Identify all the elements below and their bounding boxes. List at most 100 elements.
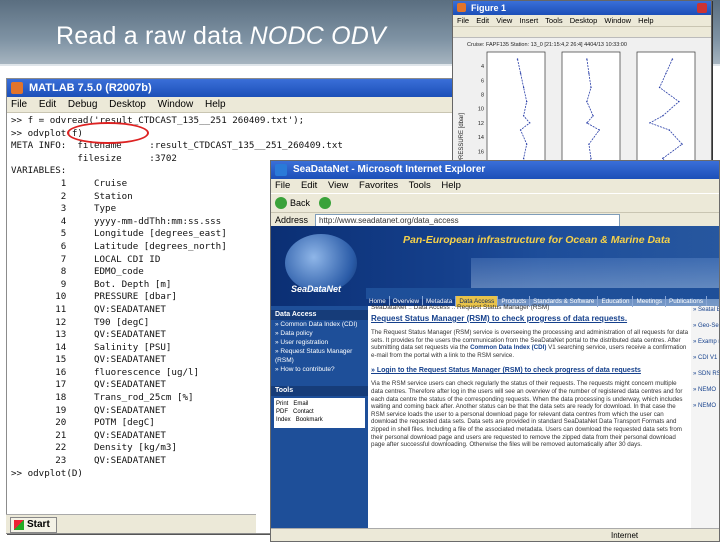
figure-menu-edit[interactable]: Edit: [476, 16, 489, 25]
y-tick-label: 16: [478, 149, 484, 155]
console-line: META INFO: filename :result_CTDCAST_135_…: [11, 140, 343, 152]
ie-window[interactable]: SeaDataNet - Microsoft Internet Explorer…: [270, 160, 720, 542]
figure-menubar: File Edit View Insert Tools Desktop Wind…: [453, 15, 711, 27]
ie-menu-view[interactable]: View: [328, 180, 348, 191]
ie-menu-file[interactable]: File: [275, 180, 290, 191]
profile-point: [525, 143, 528, 145]
news-item[interactable]: » Examp module: [693, 338, 719, 347]
profile-point: [590, 86, 592, 89]
site-tagline: Pan-European infrastructure for Ocean & …: [403, 234, 671, 246]
sidebar-item-contribute[interactable]: » How to contribute?: [271, 365, 368, 374]
news-item[interactable]: » SDN RSM: [693, 370, 719, 379]
sidebar-item-rsm[interactable]: » Request Status Manager (RSM): [271, 347, 368, 365]
matlab-titlebar[interactable]: MATLAB 7.5.0 (R2007b): [7, 79, 457, 97]
matlab-menu-desktop[interactable]: Desktop: [109, 99, 146, 110]
y-tick-label: 4: [481, 64, 484, 70]
matlab-menu-help[interactable]: Help: [205, 99, 226, 110]
sidebar-item-data-policy[interactable]: » Data policy: [271, 329, 368, 338]
sidebar-heading-data-access: Data Access: [271, 310, 368, 320]
y-tick-label: 6: [481, 78, 484, 84]
profile-point: [586, 122, 588, 124]
ie-titlebar[interactable]: SeaDataNet - Microsoft Internet Explorer: [271, 161, 719, 179]
start-button[interactable]: Start: [10, 517, 57, 533]
news-item[interactable]: » Geo-Se Systems: [693, 322, 719, 331]
ie-menu-help[interactable]: Help: [441, 180, 461, 191]
profile-point: [671, 58, 674, 60]
profile-point: [658, 86, 661, 89]
back-arrow-icon[interactable]: [275, 197, 287, 209]
figure-header-text: Cruise: FAPF135 Station: 13_0 [21:15:4,2…: [467, 42, 627, 48]
matlab-menu-file[interactable]: File: [11, 99, 27, 110]
news-item[interactable]: » Seatal EMODN: [693, 306, 719, 315]
news-item[interactable]: » NEMO: [693, 386, 719, 395]
odvread-annotation-circle: [67, 122, 149, 144]
ie-menubar: File Edit View Favorites Tools Help: [271, 179, 719, 193]
profile-point: [588, 143, 590, 145]
profile-point: [522, 86, 525, 89]
figure-window-title: Figure 1: [471, 3, 507, 13]
profile-point: [586, 100, 588, 103]
sidebar-item-user-registration[interactable]: » User registration: [271, 338, 368, 347]
tool-bookmark[interactable]: Bookmark: [296, 417, 323, 423]
page-content: SeaDataNet :: Data Access :: Request Sta…: [371, 301, 689, 541]
figure-menu-desktop[interactable]: Desktop: [570, 16, 598, 25]
page-heading: Request Status Manager (RSM) to check pr…: [371, 314, 628, 323]
profile-point: [525, 100, 528, 103]
ie-menu-tools[interactable]: Tools: [409, 180, 431, 191]
profile-point: [668, 129, 670, 131]
matlab-menu-window[interactable]: Window: [158, 99, 194, 110]
figure-menu-window[interactable]: Window: [604, 16, 631, 25]
profile-point: [588, 72, 590, 74]
ie-window-title: SeaDataNet - Microsoft Internet Explorer: [293, 164, 486, 175]
back-button-label[interactable]: Back: [290, 194, 310, 212]
tools-box: Print Email PDF Contact Index Bookmark: [274, 398, 365, 428]
ie-toolbar: Back: [271, 193, 719, 213]
intro-paragraph: The Request Status Manager (RSM) service…: [371, 329, 689, 359]
news-item[interactable]: » CDI V1 docume: [693, 354, 719, 363]
forward-arrow-icon[interactable]: [319, 197, 331, 209]
ie-menu-favorites[interactable]: Favorites: [359, 180, 398, 191]
figure-close-icon[interactable]: [697, 3, 707, 13]
profile-point: [662, 115, 664, 117]
y-tick-label: 14: [478, 135, 484, 141]
y-tick-label: 10: [478, 107, 484, 113]
profile-point: [519, 72, 522, 74]
ie-menu-edit[interactable]: Edit: [301, 180, 317, 191]
y-axis-label: PRESSURE [dbar]: [459, 113, 465, 163]
profile-point: [649, 122, 651, 124]
cdi-link[interactable]: Common Data Index (CDI): [470, 344, 546, 351]
figure-menu-tools[interactable]: Tools: [545, 16, 563, 25]
profile-point: [665, 72, 667, 74]
news-item[interactable]: » NEMO: [693, 402, 719, 411]
rsm-description-paragraph: Via the RSM service users can check regu…: [371, 380, 683, 449]
matlab-logo-icon: [11, 82, 23, 94]
ie-logo-icon: [275, 164, 287, 176]
tool-print[interactable]: Print: [276, 401, 288, 407]
tool-index[interactable]: Index: [276, 417, 291, 423]
figure-menu-insert[interactable]: Insert: [519, 16, 538, 25]
sidebar-item-cdi[interactable]: » Common Data Index (CDI): [271, 320, 368, 329]
tool-pdf[interactable]: PDF: [276, 409, 288, 415]
tool-email[interactable]: Email: [293, 401, 308, 407]
profile-point: [529, 122, 531, 124]
profile-point: [598, 129, 600, 131]
profile-point: [662, 157, 664, 160]
profile-point: [590, 157, 592, 160]
matlab-menu-debug[interactable]: Debug: [68, 99, 97, 110]
slide-title: Read a raw data NODC ODV: [56, 22, 386, 51]
matlab-menubar: File Edit Debug Desktop Window Help: [7, 97, 457, 113]
figure-titlebar[interactable]: Figure 1: [453, 1, 711, 15]
figure-menu-file[interactable]: File: [457, 16, 469, 25]
figure-menu-help[interactable]: Help: [638, 16, 653, 25]
profile-point: [519, 129, 522, 131]
profile-point: [522, 157, 525, 160]
rsm-login-link[interactable]: » Login to the Request Status Manager (R…: [371, 367, 689, 374]
slide-title-plain: Read a raw data: [56, 22, 250, 50]
figure-menu-view[interactable]: View: [496, 16, 512, 25]
tool-contact[interactable]: Contact: [293, 409, 314, 415]
address-label: Address: [275, 215, 309, 225]
right-news-column: » Seatal EMODN » Geo-Se Systems » Examp …: [691, 306, 719, 531]
site-nav: Home Overview Metadata Data Access Products S…: [366, 288, 719, 307]
matlab-menu-edit[interactable]: Edit: [39, 99, 56, 110]
site-sidebar: Data Access » Common Data Index (CDI) » …: [271, 306, 368, 541]
